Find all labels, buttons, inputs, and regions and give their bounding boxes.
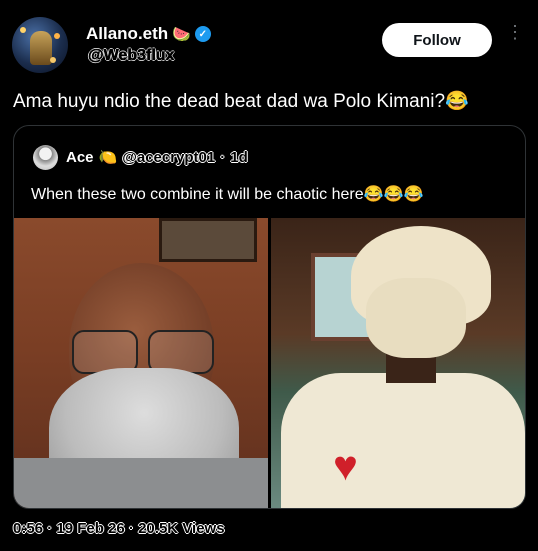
quoted-timestamp[interactable]: 1d <box>230 149 248 166</box>
cream-sweater: ♥ <box>281 373 525 508</box>
watermelon-emoji: 🍉 <box>172 26 191 43</box>
quoted-tweet-text: When these two combine it will be chaoti… <box>31 186 424 203</box>
quoted-author-row: Ace 🍋 @acecrypt01 · 1d <box>66 148 248 167</box>
verified-badge-icon: ✓ <box>194 26 211 42</box>
author-handle[interactable]: @Web3flux <box>88 47 175 65</box>
footer-dot: · <box>128 520 134 537</box>
quoted-author-handle[interactable]: @acecrypt01 <box>122 149 215 166</box>
quoted-author-name[interactable]: Ace <box>66 149 94 166</box>
video-time: 0:56 <box>13 520 44 537</box>
quoted-author-avatar[interactable] <box>33 145 58 170</box>
wall-frame <box>159 218 257 262</box>
tweet-meta-footer: 0:56 · 19 Feb 26 · 20.5K Views <box>13 520 225 537</box>
author-avatar[interactable] <box>12 17 68 73</box>
knit-face-mask <box>366 278 466 358</box>
footer-dot: · <box>47 520 53 537</box>
view-count: 20.5K Views <box>138 520 225 537</box>
lime-emoji: 🍋 <box>98 149 118 166</box>
follow-button[interactable]: Follow <box>382 23 492 57</box>
author-name[interactable]: Allano.eth <box>86 24 168 44</box>
author-name-row[interactable]: Allano.eth 🍉 ✓ <box>86 24 211 44</box>
red-heart-logo: ♥ <box>333 442 358 489</box>
avatar-figure <box>30 31 52 65</box>
avatar-lights <box>20 27 26 33</box>
more-dots-icon[interactable]: ⋮ <box>506 23 524 52</box>
quoted-image-right[interactable]: ♥ <box>271 218 525 508</box>
dot-separator: · <box>220 148 226 166</box>
glasses <box>72 330 214 374</box>
grey-shirt <box>14 458 268 508</box>
post-date[interactable]: 19 Feb 26 <box>56 520 124 537</box>
tweet-text: Ama huyu ndio the dead beat dad wa Polo … <box>13 91 469 112</box>
quoted-image-left[interactable] <box>14 218 268 508</box>
quoted-tweet-card[interactable]: Ace 🍋 @acecrypt01 · 1d When these two co… <box>13 125 526 509</box>
